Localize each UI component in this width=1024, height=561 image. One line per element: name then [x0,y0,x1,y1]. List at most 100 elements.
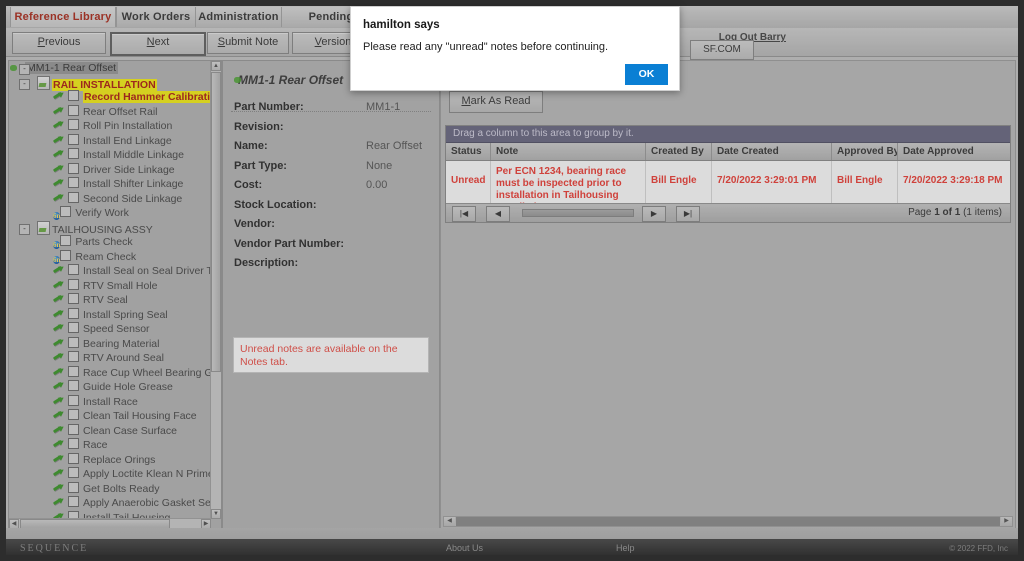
tree-item[interactable]: Install End Linkage [9,133,211,149]
tree-vertical-scrollbar[interactable]: ▲ ▼ [210,61,221,519]
grid-column-header[interactable]: Date Approved [898,143,1015,160]
page-icon [37,220,50,235]
tree-item-checkbox[interactable] [68,336,79,348]
tree-item[interactable]: Apply Anaerobic Gasket Sealant [9,496,211,511]
tree-item[interactable]: Clean Tail Housing Face [9,409,211,424]
tree-item-checkbox[interactable] [68,177,79,188]
tree-item[interactable]: Install Middle Linkage [9,148,211,163]
tree-vscroll-thumb[interactable] [211,72,221,372]
notes-panel-hscrollbar[interactable]: ◀ ▶ [443,516,1013,527]
tree-item-checkbox[interactable] [68,191,79,203]
tree-item-checkbox[interactable] [68,307,79,319]
scroll-up-icon[interactable]: ▲ [211,61,221,71]
tree-item[interactable]: - RAIL INSTALLATION [9,75,211,91]
tree-item-checkbox[interactable] [68,452,79,464]
tree-item[interactable]: Get Bolts Ready [9,481,211,497]
tree-item[interactable]: Install Shifter Linkage [9,177,211,192]
tree-item-checkbox[interactable] [68,162,79,174]
tree-item-checkbox[interactable] [68,104,79,116]
mark-as-read-button[interactable]: Mark As Read [449,91,543,113]
tree-item[interactable]: Second Side Linkage [9,191,211,207]
tree-item[interactable]: Guide Hole Grease [9,380,211,395]
tree-item-checkbox[interactable] [68,119,79,130]
tree-item-checkbox[interactable] [68,322,79,333]
tree-item-checkbox[interactable] [68,423,79,435]
tree-item[interactable]: Speed Sensor [9,322,211,337]
tree-item[interactable]: Race [9,438,211,453]
tree-item[interactable]: - TAILHOUSING ASSY [9,220,211,236]
grid-group-hint[interactable]: Drag a column to this area to group by i… [446,126,1010,143]
dialog-ok-button[interactable]: OK [625,64,668,85]
sf-com-button[interactable]: SF.COM [690,40,754,60]
tree-item[interactable]: RTV Around Seal [9,351,211,366]
tree-item[interactable]: Roll Pin Installation [9,119,211,134]
grid-cell-note: Per ECN 1234, bearing race must be inspe… [491,161,646,204]
tree-item-checkbox[interactable] [68,133,79,145]
tree-expander-icon[interactable]: - [19,64,30,75]
tree-item[interactable]: Rear Offset Rail [9,104,211,120]
grid-column-header[interactable]: Note [491,143,646,160]
tree-item[interactable]: Apply Loctite Klean N Prime [9,467,211,482]
grid-row[interactable]: Unread Per ECN 1234, bearing race must be… [446,161,1010,204]
detail-field: Part Type: None [234,160,430,179]
tree-item[interactable]: Install Seal on Seal Driver Tool [9,264,211,279]
tab-reference-library[interactable]: Reference Library [10,7,116,27]
pager-last-button[interactable]: ▶| [676,206,700,222]
tree-item[interactable]: 6n Parts Check [9,235,211,250]
tree-item-checkbox[interactable] [68,264,79,275]
tab-administration[interactable]: Administration [195,7,282,27]
pager-next-button[interactable]: ▶ [642,206,666,222]
tree-item[interactable]: Clean Case Surface [9,423,211,439]
tree-item[interactable]: 6n Verify Work [9,206,211,221]
tree-item-checkbox[interactable] [60,235,72,246]
tree-item-checkbox[interactable] [68,467,79,478]
tab-work-orders[interactable]: Work Orders [116,7,196,27]
tree-item[interactable]: Driver Side Linkage [9,162,211,178]
tree-item[interactable]: Race Cup Wheel Bearing Grease [9,365,211,381]
tree-item-checkbox[interactable] [68,481,79,493]
grid-column-header[interactable]: Approved By [832,143,898,160]
panel-scroll-left-icon[interactable]: ◀ [444,517,455,526]
tree-item-checkbox[interactable] [68,409,79,420]
next-button[interactable]: Next [110,32,206,56]
tree-item[interactable]: RTV Small Hole [9,278,211,294]
tree-item-checkbox[interactable] [68,380,79,391]
tree-item-checkbox[interactable] [60,249,72,261]
tree-item-checkbox[interactable] [68,351,79,362]
tree-item-checkbox[interactable] [68,394,79,406]
panel-hscroll-thumb[interactable] [456,517,1000,526]
tree-item[interactable]: RTV Seal [9,293,211,308]
scroll-down-icon[interactable]: ▼ [211,509,221,519]
grid-column-header[interactable]: Created By [646,143,712,160]
tree-item[interactable]: Bearing Material [9,336,211,352]
tree-expander-icon[interactable]: - [19,223,30,235]
pager-prev-button[interactable]: ◀ [486,206,510,222]
help-link[interactable]: Help [616,543,635,553]
arrow-icon [53,351,66,363]
tree-item-checkbox[interactable] [68,293,79,304]
tree-item-checkbox[interactable] [68,438,79,449]
pager-track[interactable] [522,209,634,217]
tree-item[interactable]: Record Hammer Calibration Da [9,90,211,105]
tree-item[interactable]: Install Spring Seal [9,307,211,323]
previous-button[interactable]: Previous [12,32,106,54]
tree-item-checkbox[interactable] [68,496,79,507]
tree-item[interactable]: 6n Ream Check [9,249,211,265]
pager-info-prefix: Page [908,207,935,218]
pager-first-button[interactable]: |◀ [452,206,476,222]
grid-column-header[interactable]: Status [446,143,491,160]
tree-item-checkbox[interactable] [68,90,79,101]
tree-expander-icon[interactable]: - [19,78,30,90]
tree-item[interactable]: Install Race [9,394,211,410]
tree-item-checkbox[interactable] [68,365,79,377]
part-detail-panel: MM1-1 Rear Offset Part Number: MM1-1 Revis… [222,60,440,530]
tree-item[interactable]: - MM1-1 Rear Offset [9,61,211,76]
grid-column-header[interactable]: Date Created [712,143,832,160]
tree-item[interactable]: Replace Orings [9,452,211,468]
submit-note-button[interactable]: Submit Note [207,32,289,54]
panel-scroll-right-icon[interactable]: ▶ [1001,517,1012,526]
about-us-link[interactable]: About Us [446,543,483,553]
tree-item-checkbox[interactable] [60,206,72,217]
tree-item-checkbox[interactable] [68,148,79,159]
tree-item-checkbox[interactable] [68,278,79,290]
